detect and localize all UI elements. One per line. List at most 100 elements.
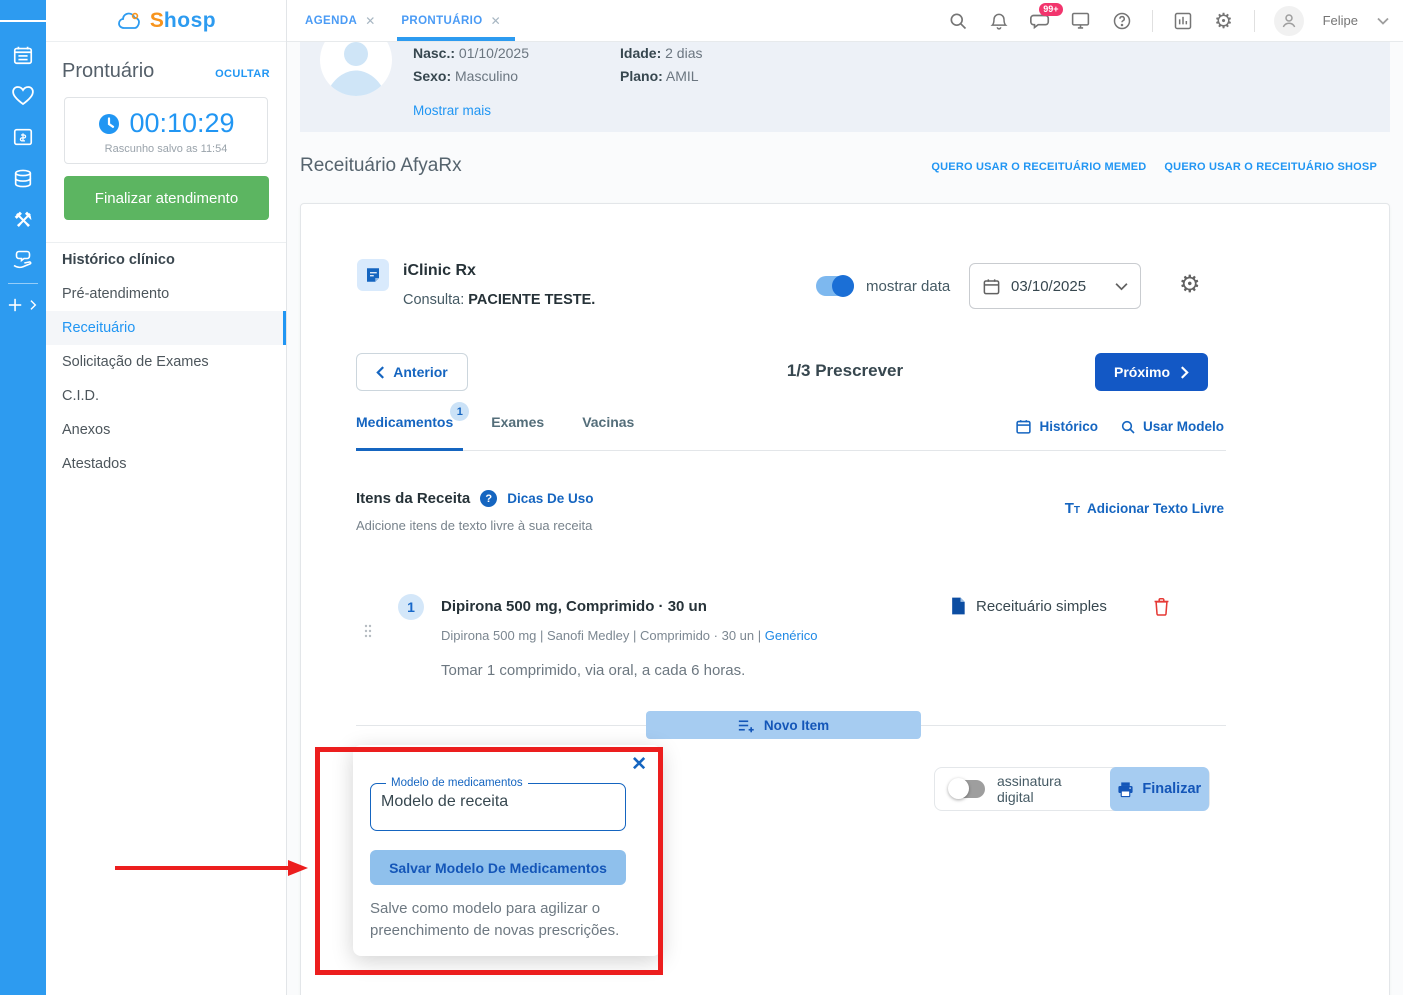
sidebar-item-pre-atendimento[interactable]: Pré-atendimento	[46, 277, 286, 311]
sidebar-item-solicitacao-exames[interactable]: Solicitação de Exames	[46, 345, 286, 379]
chevron-down-icon	[1115, 282, 1128, 291]
notifications-bell-icon[interactable]	[988, 10, 1010, 32]
database-icon[interactable]	[0, 164, 46, 194]
tab-prontuario[interactable]: PRONTUÁRIO ✕	[401, 0, 500, 41]
shosp-cloud-icon	[116, 9, 144, 33]
date-value: 03/10/2025	[1011, 278, 1105, 295]
rx-settings-gear-icon[interactable]: ⚙	[1179, 270, 1201, 298]
record-menu: Histórico clínico Pré-atendimento Receit…	[46, 242, 286, 481]
left-panel: Shosp Prontuário OCULTAR 00:10:29 Rascun…	[46, 0, 287, 995]
close-icon[interactable]: ✕	[365, 14, 375, 28]
text-icon: TT	[1065, 500, 1080, 517]
divider	[1152, 10, 1153, 32]
calendar-icon	[982, 277, 1001, 296]
tab-agenda[interactable]: AGENDA ✕	[305, 0, 375, 41]
patient-banner: Nasc.: 01/10/2025 Idade: 2 dias Sexo: Ma…	[300, 42, 1390, 132]
patient-age: Idade: 2 dias	[620, 45, 702, 61]
top-bar: AGENDA ✕ PRONTUÁRIO ✕ 99+	[287, 0, 1403, 42]
rx-app-name: iClinic Rx	[403, 262, 476, 280]
add-plus-icon[interactable]	[0, 290, 46, 320]
recipe-type-button[interactable]: Receituário simples	[949, 596, 1107, 616]
digital-signature-toggle[interactable]	[949, 780, 985, 798]
next-step-button[interactable]: Próximo	[1095, 353, 1208, 391]
sidebar-item-anexos[interactable]: Anexos	[46, 413, 286, 447]
tab-agenda-label: AGENDA	[305, 15, 357, 27]
cashier-icon[interactable]	[0, 122, 46, 152]
search-icon	[1120, 419, 1136, 435]
calendar-icon[interactable]	[0, 40, 46, 70]
playlist-add-icon	[738, 718, 755, 733]
finish-attendance-button[interactable]: Finalizar atendimento	[64, 176, 269, 220]
active-tab-underline	[356, 448, 463, 451]
use-template-button[interactable]: Usar Modelo	[1120, 419, 1224, 435]
tabs-divider	[356, 450, 1226, 451]
date-picker[interactable]: 03/10/2025	[969, 263, 1141, 309]
document-icon	[949, 596, 967, 616]
logo-text-s: S	[150, 9, 164, 32]
sidebar-item-receituario[interactable]: Receituário	[46, 311, 286, 345]
close-icon[interactable]: ✕	[631, 753, 647, 776]
chevron-down-icon[interactable]	[1377, 17, 1389, 25]
settings-gear-icon[interactable]: ⚙	[1213, 10, 1235, 32]
hand-chat-icon[interactable]	[0, 244, 46, 274]
items-subtitle: Adicione itens de texto livre à sua rece…	[356, 518, 592, 533]
search-icon[interactable]	[947, 10, 969, 32]
template-name-input[interactable]	[381, 793, 615, 811]
user-name[interactable]: Felipe	[1323, 13, 1358, 28]
chevron-right-icon	[1180, 366, 1189, 379]
drag-handle[interactable]	[364, 624, 372, 638]
item-index-badge: 1	[398, 594, 424, 620]
patient-sex: Sexo: Masculino	[413, 68, 518, 84]
divider	[1254, 10, 1255, 32]
finalize-button[interactable]: Finalizar	[1110, 767, 1209, 811]
divider	[921, 725, 1226, 726]
medication-instructions: Tomar 1 comprimido, via oral, a cada 6 h…	[441, 662, 745, 679]
items-title: Itens da Receita	[356, 490, 470, 507]
tools-icon[interactable]: ⚒	[0, 205, 46, 235]
sidebar-item-atestados[interactable]: Atestados	[46, 447, 286, 481]
delete-item-trash-icon[interactable]	[1153, 597, 1170, 616]
timer-value: 00:10:29	[129, 108, 234, 139]
hamburger-menu-icon[interactable]	[0, 6, 46, 36]
tab-exames[interactable]: Exames	[491, 414, 544, 442]
help-icon[interactable]	[1111, 10, 1133, 32]
brand-logo[interactable]: Shosp	[46, 0, 286, 42]
sidebar-item-cid[interactable]: C.I.D.	[46, 379, 286, 413]
heart-icon[interactable]	[0, 80, 46, 110]
patient-plan: Plano: AMIL	[620, 68, 699, 84]
add-free-text-button[interactable]: TT Adicionar Texto Livre	[1065, 500, 1224, 517]
new-item-button[interactable]: Novo Item	[646, 711, 921, 739]
generic-link[interactable]: Genérico	[765, 628, 818, 643]
use-memed-link[interactable]: QUERO USAR O RECEITUÁRIO MEMED	[931, 161, 1146, 173]
notification-count-badge: 99+	[1039, 3, 1062, 16]
chat-icon[interactable]: 99+	[1029, 10, 1051, 32]
tab-vacinas[interactable]: Vacinas	[582, 414, 634, 442]
show-date-label: mostrar data	[866, 278, 950, 295]
patient-birth: Nasc.: 01/10/2025	[413, 45, 529, 61]
medication-details: Dipirona 500 mg | Sanofi Medley | Compri…	[441, 628, 817, 643]
help-question-icon[interactable]: ?	[480, 490, 497, 507]
save-template-button[interactable]: Salvar Modelo De Medicamentos	[370, 850, 626, 885]
history-button[interactable]: Histórico	[1015, 418, 1098, 435]
printer-icon	[1117, 781, 1134, 798]
monitor-icon[interactable]	[1070, 10, 1092, 32]
section-title: Receituário AfyaRx	[300, 155, 462, 177]
attendance-timer: 00:10:29 Rascunho salvo as 11:54	[64, 97, 268, 164]
show-date-toggle[interactable]	[816, 276, 854, 296]
show-more-link[interactable]: Mostrar mais	[413, 103, 491, 118]
reports-chart-icon[interactable]	[1172, 10, 1194, 32]
hide-panel-button[interactable]: OCULTAR	[215, 68, 270, 80]
tab-prontuario-label: PRONTUÁRIO	[401, 15, 482, 27]
usage-tips-link[interactable]: Dicas De Uso	[507, 491, 593, 506]
step-indicator: 1/3 Prescrever	[301, 361, 1389, 381]
logo-text-rest: hosp	[164, 9, 216, 32]
medicamentos-count-badge: 1	[450, 402, 469, 421]
user-avatar[interactable]	[1274, 6, 1304, 36]
use-shosp-link[interactable]: QUERO USAR O RECEITUÁRIO SHOSP	[1164, 161, 1377, 173]
digital-signature-label: assinatura digital	[997, 773, 1098, 805]
tab-medicamentos[interactable]: Medicamentos 1	[356, 414, 453, 442]
sidebar-item-historico-clinico[interactable]: Histórico clínico	[46, 243, 286, 277]
icon-rail: ⚒	[0, 0, 46, 995]
template-name-label: Modelo de medicamentos	[386, 777, 528, 789]
close-icon[interactable]: ✕	[491, 14, 501, 28]
